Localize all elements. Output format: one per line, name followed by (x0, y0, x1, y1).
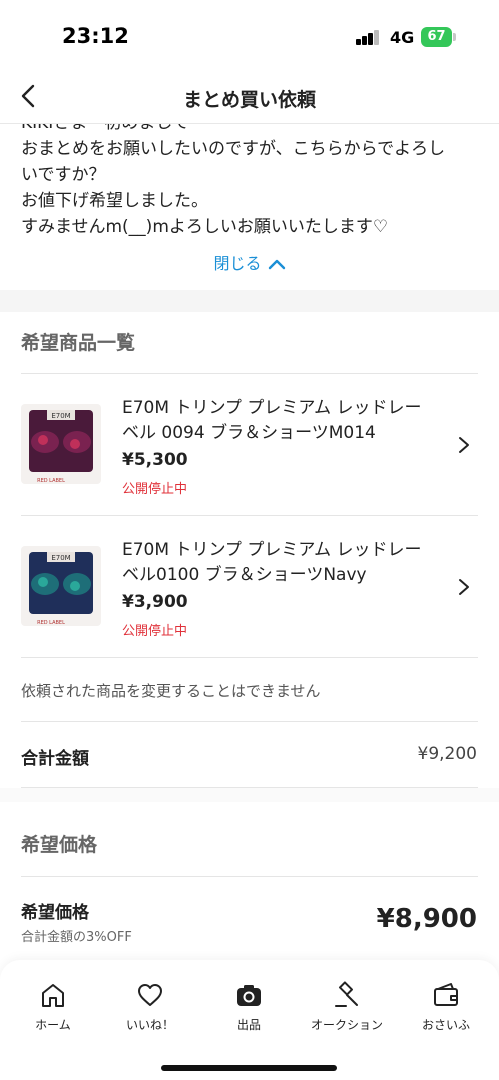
thumb-label: RED LABEL (37, 478, 65, 484)
status-time: 23:12 (62, 24, 129, 48)
request-message: KIKIさま 初めましてᐠ-ᐟ おまとめをお願いしたいのですが、こちらからでよろ… (21, 124, 481, 240)
product-status: 公開停止中 (122, 482, 188, 497)
chevron-up-icon (268, 259, 285, 270)
home-icon (42, 984, 64, 1007)
tab-label: いいね！ (125, 1018, 174, 1032)
tab-likes[interactable]: いいね！ (100, 980, 200, 1033)
product-price: ¥5,300 (122, 450, 188, 470)
tab-wallet[interactable]: おさいふ (396, 980, 496, 1033)
change-notice: 依頼された商品を変更することはできません (21, 682, 321, 700)
section-gap (0, 788, 499, 802)
message-line: すみませんm(__)mよろしいお願いいたします♡ (21, 217, 389, 237)
product-name: E70M トリンプ プレミアム レッドレーベル 0094 ブラ＆ショーツM014 (122, 398, 422, 443)
product-thumbnail: E70M RED LABEL (21, 546, 101, 626)
tab-label: おさいふ (421, 1018, 470, 1032)
total-value: ¥9,200 (417, 744, 477, 764)
thumb-brand: E70M (51, 554, 70, 562)
desired-section-title: 希望価格 (21, 834, 98, 856)
bottom-tab-bar: ホーム いいね！ 出品 オークション おさいふ (0, 960, 499, 1080)
message-line: KIKIさま 初めましてᐠ-ᐟ (21, 124, 481, 136)
page-title: まとめ買い依頼 (182, 89, 316, 111)
desired-price-value: ¥8,900 (376, 904, 477, 934)
chevron-right-icon (455, 436, 473, 454)
heart-icon (138, 984, 162, 1006)
product-status: 公開停止中 (122, 624, 188, 639)
thumb-brand: E70M (51, 412, 70, 420)
divider (21, 876, 478, 877)
camera-icon (237, 985, 261, 1006)
thumb-label: RED LABEL (37, 620, 65, 626)
gavel-icon (335, 981, 358, 1007)
tab-label: ホーム (35, 1018, 71, 1032)
product-price: ¥3,900 (122, 592, 188, 612)
network-label: 4G (390, 28, 415, 47)
total-label: 合計金額 (21, 749, 89, 769)
divider (21, 721, 478, 722)
close-label: 閉じる (213, 254, 262, 273)
nav-header: まとめ買い依頼 (0, 72, 499, 124)
message-line: いですか？ (21, 165, 106, 185)
product-thumbnail: E70M RED LABEL (21, 404, 101, 484)
product-row[interactable]: E70M RED LABEL E70M トリンプ プレミアム レッドレーベル01… (0, 516, 499, 656)
tab-label: 出品 (236, 1018, 261, 1032)
status-bar: 23:12 4G 67 (0, 0, 499, 72)
battery-icon: 67 (421, 27, 452, 47)
message-line: おまとめをお願いしたいのですが、こちらからでよろし (21, 139, 446, 159)
message-line: お値下げ希望しました。 (21, 191, 208, 211)
tab-label: オークション (310, 1018, 383, 1032)
product-row[interactable]: E70M RED LABEL E70M トリンプ プレミアム レッドレーベル 0… (0, 374, 499, 514)
home-indicator (161, 1065, 337, 1071)
chevron-right-icon (455, 578, 473, 596)
product-name: E70M トリンプ プレミアム レッドレーベル0100 ブラ＆ショーツNavy (122, 540, 422, 585)
discount-note: 合計金額の3%OFF (21, 930, 132, 945)
section-gap (0, 290, 499, 312)
divider (21, 657, 478, 658)
signal-icon (356, 29, 382, 45)
message-area: KIKIさま 初めましてᐠ-ᐟ おまとめをお願いしたいのですが、こちらからでよろ… (0, 124, 499, 250)
wallet-icon (434, 983, 458, 1006)
tab-home[interactable]: ホーム (3, 980, 103, 1033)
close-message-button[interactable]: 閉じる (0, 250, 499, 274)
tab-sell[interactable]: 出品 (199, 980, 299, 1033)
tab-auction[interactable]: オークション (297, 980, 397, 1033)
battery-tip (453, 33, 456, 41)
desired-price-label: 希望価格 (21, 903, 89, 923)
products-section-title: 希望商品一覧 (21, 332, 136, 354)
